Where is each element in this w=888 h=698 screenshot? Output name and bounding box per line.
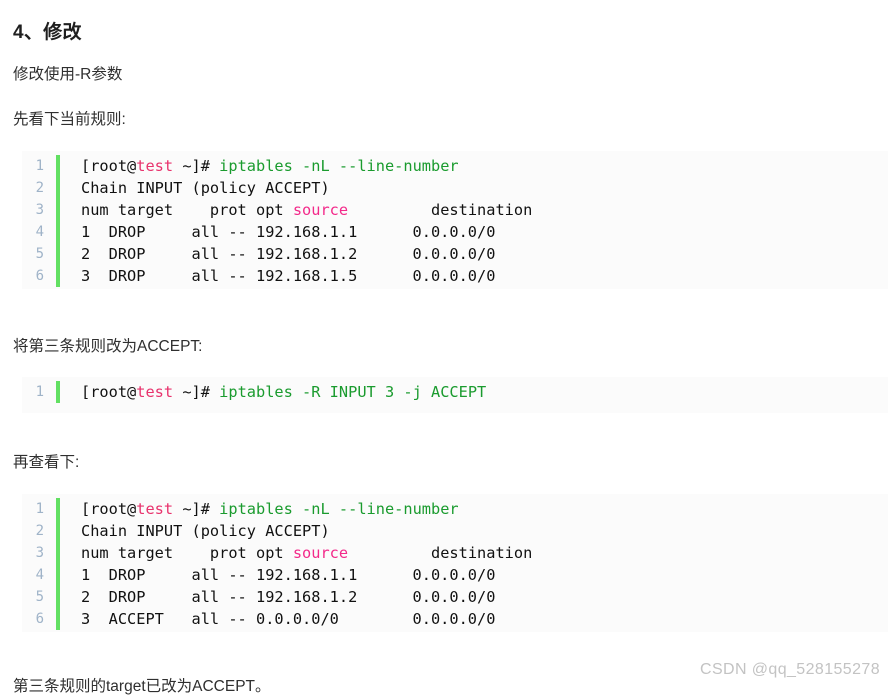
paragraph-before-after-list: 再查看下: bbox=[13, 453, 80, 471]
code-token-plain: 3 ACCEPT all -- 0.0.0.0/0 0.0.0.0/0 bbox=[81, 610, 496, 628]
code-token-command: iptables -nL --line-number bbox=[219, 157, 459, 175]
code-line-number: 2 bbox=[35, 180, 44, 196]
code-line-text: 3 DROP all -- 192.168.1.5 0.0.0.0/0 bbox=[60, 265, 495, 287]
code-token-keyword: source bbox=[292, 201, 349, 219]
code-line-text: [root@test ~]# iptables -R INPUT 3 -j AC… bbox=[60, 381, 486, 403]
code-line-number: 2 bbox=[35, 523, 44, 539]
code-block-iptables-list-after[interactable]: 1 [root@test ~]# iptables -nL --line-numb… bbox=[22, 494, 888, 632]
watermark: CSDN @qq_528155278 bbox=[699, 661, 880, 678]
paragraph-before-list: 先看下当前规则: bbox=[13, 110, 126, 128]
code-token-keyword: source bbox=[292, 544, 349, 562]
code-token-plain: 1 DROP all -- 192.168.1.1 0.0.0.0/0 bbox=[81, 223, 496, 241]
code-token-plain: 2 DROP all -- 192.168.1.2 0.0.0.0/0 bbox=[81, 588, 496, 606]
code-line-text: 1 DROP all -- 192.168.1.1 0.0.0.0/0 bbox=[60, 221, 495, 243]
code-block-iptables-replace-rule[interactable]: 1 [root@test ~]# iptables -R INPUT 3 -j A… bbox=[22, 377, 888, 413]
code-block-iptables-list-before[interactable]: 1 [root@test ~]# iptables -nL --line-numb… bbox=[22, 151, 888, 289]
code-line-number: 4 bbox=[35, 224, 44, 240]
code-line: 2 Chain INPUT (policy ACCEPT) bbox=[22, 177, 888, 199]
paragraph-before-replace: 将第三条规则改为ACCEPT: bbox=[13, 337, 203, 355]
code-token-plain: ~]# bbox=[173, 500, 220, 518]
code-token-command: iptables -R INPUT 3 -j ACCEPT bbox=[219, 383, 487, 401]
code-line: 6 3 DROP all -- 192.168.1.5 0.0.0.0/0 bbox=[22, 265, 888, 287]
code-token-plain: Chain INPUT (policy ACCEPT) bbox=[81, 522, 330, 540]
paragraph-conclusion: 第三条规则的target已改为ACCEPT。 bbox=[13, 677, 271, 695]
code-line: 3 num target prot opt source destination bbox=[22, 199, 888, 221]
code-line-number: 4 bbox=[35, 567, 44, 583]
paragraph-intro: 修改使用-R参数 bbox=[13, 65, 123, 83]
code-line-number: 3 bbox=[35, 202, 44, 218]
code-token-plain: 1 DROP all -- 192.168.1.1 0.0.0.0/0 bbox=[81, 566, 496, 584]
code-line-number: 5 bbox=[35, 589, 44, 605]
code-token-host: test bbox=[136, 383, 174, 401]
code-token-plain: num target prot opt bbox=[81, 544, 293, 562]
code-line: 6 3 ACCEPT all -- 0.0.0.0/0 0.0.0.0/0 bbox=[22, 608, 888, 630]
code-token-plain: [root@ bbox=[81, 383, 137, 401]
code-line-text: 2 DROP all -- 192.168.1.2 0.0.0.0/0 bbox=[60, 243, 495, 265]
code-line: 2 Chain INPUT (policy ACCEPT) bbox=[22, 520, 888, 542]
code-line-number: 5 bbox=[35, 246, 44, 262]
code-line-text: [root@test ~]# iptables -nL --line-numbe… bbox=[60, 498, 459, 520]
code-line-number: 1 bbox=[35, 158, 44, 174]
code-line-text: Chain INPUT (policy ACCEPT) bbox=[60, 520, 330, 542]
code-token-plain: 2 DROP all -- 192.168.1.2 0.0.0.0/0 bbox=[81, 245, 496, 263]
code-line-text: num target prot opt source destination bbox=[60, 542, 532, 564]
code-token-host: test bbox=[136, 157, 174, 175]
code-token-plain: 3 DROP all -- 192.168.1.5 0.0.0.0/0 bbox=[81, 267, 496, 285]
code-line: 5 2 DROP all -- 192.168.1.2 0.0.0.0/0 bbox=[22, 243, 888, 265]
code-line-text: Chain INPUT (policy ACCEPT) bbox=[60, 177, 330, 199]
code-token-plain: [root@ bbox=[81, 500, 137, 518]
page-title: 4、修改 bbox=[13, 21, 82, 43]
code-line-text: 1 DROP all -- 192.168.1.1 0.0.0.0/0 bbox=[60, 564, 495, 586]
code-line: 1 [root@test ~]# iptables -R INPUT 3 -j A… bbox=[22, 381, 888, 403]
code-line-text: [root@test ~]# iptables -nL --line-numbe… bbox=[60, 155, 459, 177]
article-page: 4、修改 修改使用-R参数 先看下当前规则: 1 [root@test ~]# i… bbox=[0, 0, 888, 696]
code-line: 4 1 DROP all -- 192.168.1.1 0.0.0.0/0 bbox=[22, 221, 888, 243]
code-line: 3 num target prot opt source destination bbox=[22, 542, 888, 564]
code-line-text: 2 DROP all -- 192.168.1.2 0.0.0.0/0 bbox=[60, 586, 495, 608]
code-token-command: iptables -nL --line-number bbox=[219, 500, 459, 518]
code-token-plain: Chain INPUT (policy ACCEPT) bbox=[81, 179, 330, 197]
code-line-text: 3 ACCEPT all -- 0.0.0.0/0 0.0.0.0/0 bbox=[60, 608, 495, 630]
code-line-number: 1 bbox=[35, 501, 44, 517]
code-line-number: 6 bbox=[35, 268, 44, 284]
code-token-plain: destination bbox=[348, 201, 533, 219]
code-line-number: 3 bbox=[35, 545, 44, 561]
code-line: 5 2 DROP all -- 192.168.1.2 0.0.0.0/0 bbox=[22, 586, 888, 608]
code-token-plain: num target prot opt bbox=[81, 201, 293, 219]
code-line: 1 [root@test ~]# iptables -nL --line-numb… bbox=[22, 155, 888, 177]
code-line-number: 6 bbox=[35, 611, 44, 627]
code-line: 4 1 DROP all -- 192.168.1.1 0.0.0.0/0 bbox=[22, 564, 888, 586]
code-token-plain: destination bbox=[348, 544, 533, 562]
code-line: 1 [root@test ~]# iptables -nL --line-numb… bbox=[22, 498, 888, 520]
code-token-plain: [root@ bbox=[81, 157, 137, 175]
code-line-number: 1 bbox=[35, 384, 44, 400]
code-token-plain: ~]# bbox=[173, 157, 220, 175]
code-token-host: test bbox=[136, 500, 174, 518]
code-token-plain: ~]# bbox=[173, 383, 220, 401]
code-line-text: num target prot opt source destination bbox=[60, 199, 532, 221]
